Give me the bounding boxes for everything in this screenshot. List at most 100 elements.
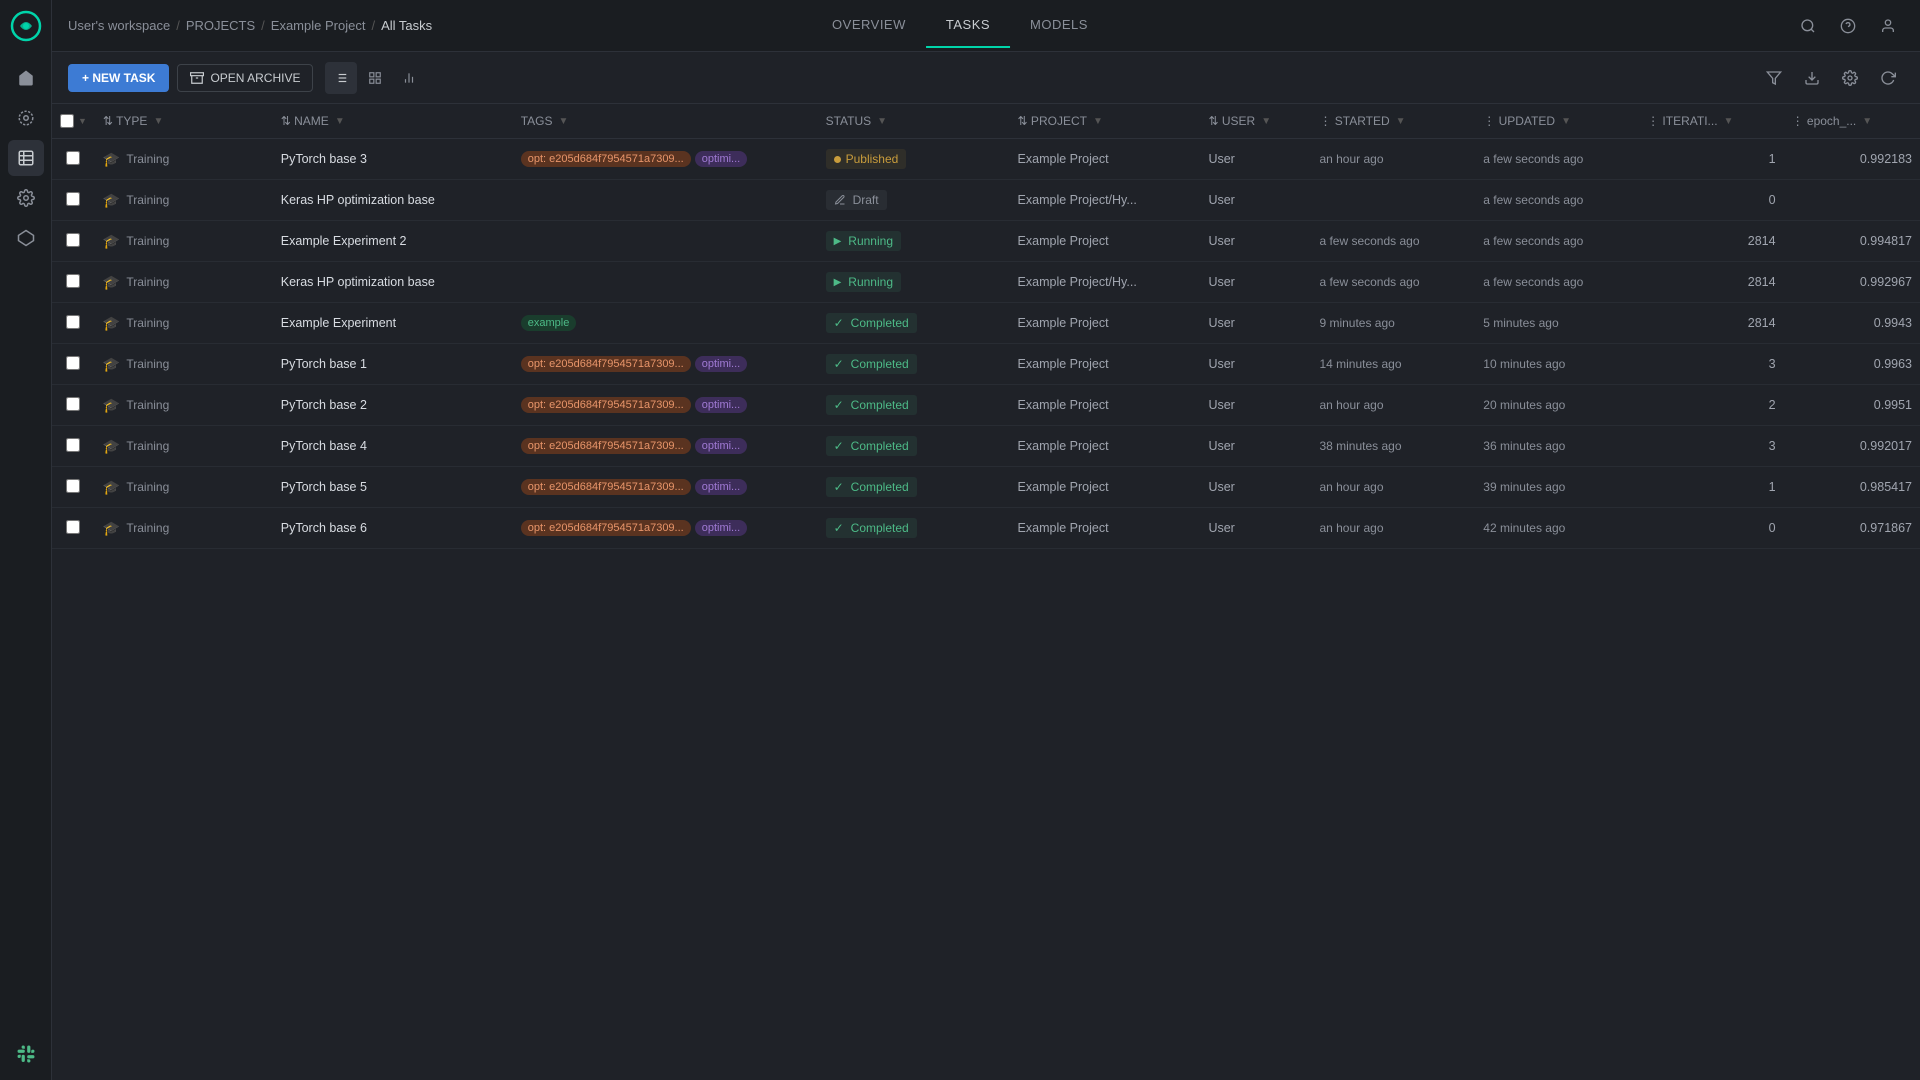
open-archive-button[interactable]: OPEN ARCHIVE bbox=[177, 64, 313, 92]
filter-icon-iterations[interactable]: ▼ bbox=[1724, 116, 1734, 127]
filter-button[interactable] bbox=[1758, 62, 1790, 94]
sidebar-item-tasks[interactable] bbox=[8, 140, 44, 176]
header-checkbox-cell: ▼ bbox=[52, 104, 95, 139]
help-button[interactable] bbox=[1832, 10, 1864, 42]
type-label: Training bbox=[126, 357, 169, 371]
table-row[interactable]: 🎓 Training PyTorch base 3 opt: e205d684f… bbox=[52, 139, 1920, 180]
col-header-tags[interactable]: TAGS ▼ bbox=[513, 104, 818, 139]
filter-icon-type[interactable]: ▼ bbox=[153, 116, 163, 127]
table-row[interactable]: 🎓 Training Keras HP optimization base Dr… bbox=[52, 180, 1920, 221]
filter-icon-name[interactable]: ▼ bbox=[335, 116, 345, 127]
row-iterations: 2814 bbox=[1639, 262, 1783, 303]
row-name[interactable]: Example Experiment 2 bbox=[273, 221, 513, 262]
user-profile-button[interactable] bbox=[1872, 10, 1904, 42]
select-all-chevron[interactable]: ▼ bbox=[78, 116, 87, 126]
sidebar-item-experiments[interactable] bbox=[8, 100, 44, 136]
row-updated: a few seconds ago bbox=[1475, 180, 1639, 221]
row-name[interactable]: PyTorch base 6 bbox=[273, 508, 513, 549]
row-checkbox[interactable] bbox=[66, 315, 80, 329]
tag: optimi... bbox=[695, 438, 748, 454]
col-header-epoch[interactable]: ⋮ epoch_... ▼ bbox=[1784, 104, 1920, 139]
row-iterations: 2814 bbox=[1639, 303, 1783, 344]
table-row[interactable]: 🎓 Training PyTorch base 1 opt: e205d684f… bbox=[52, 344, 1920, 385]
row-checkbox[interactable] bbox=[66, 479, 80, 493]
row-checkbox[interactable] bbox=[66, 151, 80, 165]
sidebar-item-settings[interactable] bbox=[8, 180, 44, 216]
row-epoch: 0.985417 bbox=[1784, 467, 1920, 508]
filter-icon-status[interactable]: ▼ bbox=[877, 116, 887, 127]
breadcrumb-projects[interactable]: PROJECTS bbox=[186, 18, 255, 33]
table-row[interactable]: 🎓 Training Keras HP optimization base ▶R… bbox=[52, 262, 1920, 303]
row-checkbox[interactable] bbox=[66, 397, 80, 411]
filter-icon-project[interactable]: ▼ bbox=[1093, 116, 1103, 127]
tab-overview[interactable]: OVERVIEW bbox=[812, 3, 926, 48]
row-name[interactable]: PyTorch base 5 bbox=[273, 467, 513, 508]
col-header-updated[interactable]: ⋮ UPDATED ▼ bbox=[1475, 104, 1639, 139]
col-header-user[interactable]: ⇅ USER ▼ bbox=[1200, 104, 1311, 139]
breadcrumb-project[interactable]: Example Project bbox=[271, 18, 366, 33]
sidebar-item-pipelines[interactable] bbox=[8, 220, 44, 256]
row-name[interactable]: Example Experiment bbox=[273, 303, 513, 344]
row-name[interactable]: PyTorch base 1 bbox=[273, 344, 513, 385]
row-checkbox[interactable] bbox=[66, 356, 80, 370]
col-label-iterations: ⋮ ITERATI... bbox=[1647, 114, 1717, 128]
tag: optimi... bbox=[695, 151, 748, 167]
training-icon: 🎓 bbox=[103, 192, 120, 209]
table-row[interactable]: 🎓 Training Example Experiment 2 ▶Running… bbox=[52, 221, 1920, 262]
col-header-started[interactable]: ⋮ STARTED ▼ bbox=[1311, 104, 1475, 139]
sidebar-item-home[interactable] bbox=[8, 60, 44, 96]
table-row[interactable]: 🎓 Training PyTorch base 5 opt: e205d684f… bbox=[52, 467, 1920, 508]
row-checkbox[interactable] bbox=[66, 233, 80, 247]
row-name[interactable]: PyTorch base 2 bbox=[273, 385, 513, 426]
col-header-type[interactable]: ⇅ TYPE ▼ bbox=[95, 104, 273, 139]
open-archive-label: OPEN ARCHIVE bbox=[210, 71, 300, 85]
columns-button[interactable] bbox=[1834, 62, 1866, 94]
search-button[interactable] bbox=[1792, 10, 1824, 42]
row-started bbox=[1311, 180, 1475, 221]
filter-icon-tags[interactable]: ▼ bbox=[559, 116, 569, 127]
row-updated: 42 minutes ago bbox=[1475, 508, 1639, 549]
topnav-actions bbox=[1792, 10, 1904, 42]
row-epoch: 0.992967 bbox=[1784, 262, 1920, 303]
col-header-iterations[interactable]: ⋮ ITERATI... ▼ bbox=[1639, 104, 1783, 139]
row-tags: opt: e205d684f7954571a7309...optimi... bbox=[513, 385, 818, 426]
training-icon: 🎓 bbox=[103, 274, 120, 291]
row-name[interactable]: PyTorch base 3 bbox=[273, 139, 513, 180]
row-iterations: 0 bbox=[1639, 180, 1783, 221]
row-name[interactable]: PyTorch base 4 bbox=[273, 426, 513, 467]
row-project: Example Project bbox=[1010, 385, 1201, 426]
row-checkbox[interactable] bbox=[66, 520, 80, 534]
new-task-button[interactable]: + NEW TASK bbox=[68, 64, 169, 92]
select-all-checkbox[interactable] bbox=[60, 114, 74, 128]
row-name[interactable]: Keras HP optimization base bbox=[273, 262, 513, 303]
col-header-status[interactable]: STATUS ▼ bbox=[818, 104, 1010, 139]
tab-models[interactable]: MODELS bbox=[1010, 3, 1108, 48]
filter-icon-started[interactable]: ▼ bbox=[1396, 116, 1406, 127]
col-label-project: ⇅ PROJECT bbox=[1018, 114, 1087, 128]
row-started: a few seconds ago bbox=[1311, 262, 1475, 303]
row-project: Example Project bbox=[1010, 303, 1201, 344]
row-name[interactable]: Keras HP optimization base bbox=[273, 180, 513, 221]
row-checkbox-cell bbox=[52, 344, 95, 385]
app-logo[interactable] bbox=[8, 8, 44, 44]
table-row[interactable]: 🎓 Training Example Experiment example ✓C… bbox=[52, 303, 1920, 344]
table-row[interactable]: 🎓 Training PyTorch base 6 opt: e205d684f… bbox=[52, 508, 1920, 549]
filter-icon-user[interactable]: ▼ bbox=[1261, 116, 1271, 127]
download-button[interactable] bbox=[1796, 62, 1828, 94]
view-grid-button[interactable] bbox=[359, 62, 391, 94]
tab-tasks[interactable]: TASKS bbox=[926, 3, 1010, 48]
filter-icon-epoch[interactable]: ▼ bbox=[1862, 116, 1872, 127]
col-header-project[interactable]: ⇅ PROJECT ▼ bbox=[1010, 104, 1201, 139]
col-header-name[interactable]: ⇅ NAME ▼ bbox=[273, 104, 513, 139]
table-row[interactable]: 🎓 Training PyTorch base 4 opt: e205d684f… bbox=[52, 426, 1920, 467]
row-checkbox[interactable] bbox=[66, 274, 80, 288]
breadcrumb-workspace[interactable]: User's workspace bbox=[68, 18, 170, 33]
filter-icon-updated[interactable]: ▼ bbox=[1561, 116, 1571, 127]
view-list-button[interactable] bbox=[325, 62, 357, 94]
sidebar-item-slack[interactable] bbox=[8, 1036, 44, 1072]
row-checkbox[interactable] bbox=[66, 438, 80, 452]
table-row[interactable]: 🎓 Training PyTorch base 2 opt: e205d684f… bbox=[52, 385, 1920, 426]
row-checkbox[interactable] bbox=[66, 192, 80, 206]
view-chart-button[interactable] bbox=[393, 62, 425, 94]
refresh-button[interactable] bbox=[1872, 62, 1904, 94]
